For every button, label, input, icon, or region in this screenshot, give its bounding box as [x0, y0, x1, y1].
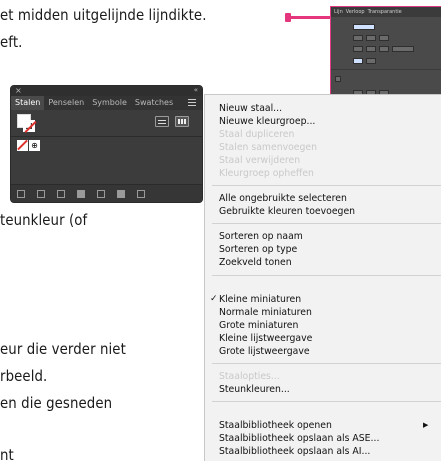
menu-item-add-used-colors[interactable]: Gebruikte kleuren toevoegen	[219, 206, 355, 217]
tab-gradient[interactable]: Verloop	[346, 9, 365, 15]
swatches-panel: × « Stalen Penselen Symbole Swatches ⊕	[10, 85, 203, 203]
new-color-group-icon[interactable]	[77, 189, 85, 198]
document-text-line: teunkleur (of	[0, 211, 88, 229]
divider	[331, 69, 441, 70]
menu-item-sort-by-kind[interactable]: Sorteren op type	[219, 244, 297, 255]
corner-row	[353, 45, 414, 53]
tab-stroke[interactable]: Lijn	[334, 9, 343, 15]
menu-separator	[212, 223, 441, 224]
grid-view-icon[interactable]	[175, 116, 189, 127]
document-text-line: nt	[0, 446, 14, 461]
cap-button[interactable]	[353, 35, 363, 41]
divider	[11, 136, 202, 137]
dashed-checkbox[interactable]	[335, 76, 341, 82]
swatch-options-icon[interactable]	[57, 189, 65, 198]
menu-item-new-color-group[interactable]: Nieuwe kleurgroep...	[219, 116, 315, 127]
stroke-swatch[interactable]	[23, 120, 35, 132]
limit-field[interactable]	[392, 46, 414, 52]
menu-separator	[212, 401, 441, 402]
menu-separator	[212, 275, 441, 276]
align-center-button[interactable]	[353, 58, 363, 64]
cap-button[interactable]	[379, 35, 389, 41]
panel-title-bar[interactable]: × «	[11, 86, 202, 96]
tab-symbols[interactable]: Symbole	[88, 96, 131, 110]
registration-swatch[interactable]: ⊕	[29, 140, 40, 151]
panel-menu-icon[interactable]	[188, 99, 196, 106]
align-row	[353, 57, 376, 65]
menu-item-swatch-options: Staalopties...	[219, 371, 280, 382]
menu-item-sort-by-name[interactable]: Sorteren op naam	[219, 231, 303, 242]
none-swatch[interactable]	[17, 140, 28, 151]
corner-button[interactable]	[379, 46, 389, 52]
corner-button[interactable]	[366, 46, 376, 52]
tab-brushes[interactable]: Penselen	[44, 96, 88, 110]
menu-item-medium-thumbnail[interactable]: Normale miniaturen	[219, 307, 312, 318]
trash-icon[interactable]	[137, 189, 145, 198]
menu-item-spot-colors[interactable]: Steunkleuren...	[219, 384, 290, 395]
document-text-line: eur die verder niet	[0, 340, 126, 358]
dashed-row	[335, 75, 341, 83]
close-icon[interactable]: ×	[15, 86, 22, 95]
tab-swatches-library[interactable]: Swatches	[131, 96, 177, 110]
list-view-icon[interactable]	[155, 116, 169, 127]
menu-item-merge-swatches: Stalen samenvoegen	[219, 142, 318, 153]
menu-separator	[212, 185, 441, 186]
menu-item-save-library-ai[interactable]: Staalbibliotheek opslaan als AI...	[219, 446, 370, 457]
menu-item-large-thumbnail[interactable]: Grote miniaturen	[219, 320, 298, 331]
menu-item-small-thumbnail[interactable]: Kleine miniaturen	[219, 294, 301, 305]
menu-item-show-find-field[interactable]: Zoekveld tonen	[219, 257, 292, 268]
menu-item-select-all-unused[interactable]: Alle ongebruikte selecteren	[219, 193, 347, 204]
menu-item-save-library-ase[interactable]: Staalbibliotheek opslaan als ASE...	[219, 433, 379, 444]
document-text-line: en die gesneden	[0, 394, 113, 412]
menu-item-delete-swatch: Staal verwijderen	[219, 155, 301, 166]
submenu-arrow-icon: ▶	[423, 421, 429, 429]
cap-button[interactable]	[366, 35, 376, 41]
stroke-panel-tabs: Lijn Verloop Transparantie	[331, 7, 441, 17]
document-text-line: eft.	[0, 33, 23, 51]
check-icon: ✓	[210, 294, 218, 304]
swatches-body: ⊕	[11, 110, 202, 186]
weight-row	[353, 23, 375, 31]
callout-line	[285, 13, 331, 22]
new-swatch-icon[interactable]	[117, 189, 125, 198]
menu-item-new-swatch[interactable]: Nieuw staal...	[219, 103, 282, 114]
panel-bottom-toolbar	[11, 184, 202, 202]
menu-item-large-list[interactable]: Grote lijstweergave	[219, 346, 310, 357]
cap-row	[353, 34, 389, 42]
menu-item-duplicate-swatch: Staal dupliceren	[219, 129, 295, 140]
document-text-line: et midden uitgelijnde lijndikte.	[0, 6, 207, 24]
tab-swatches[interactable]: Stalen	[11, 96, 45, 110]
weight-field[interactable]	[353, 24, 375, 30]
menu-item-small-list[interactable]: Kleine lijstweergave	[219, 333, 312, 344]
tab-transparency[interactable]: Transparantie	[368, 9, 402, 15]
align-button[interactable]	[366, 58, 376, 64]
corner-button[interactable]	[353, 46, 363, 52]
collapse-icon[interactable]: «	[194, 86, 198, 95]
folder-icon[interactable]	[97, 189, 105, 198]
panel-tabs: Stalen Penselen Symbole Swatches	[11, 96, 202, 110]
swatches-flyout-menu: Nieuw staal... Nieuwe kleurgroep... Staa…	[204, 94, 441, 461]
library-menu-icon[interactable]	[17, 189, 25, 198]
menu-item-open-swatch-library[interactable]: Staalbibliotheek openen	[219, 420, 332, 431]
show-kind-icon[interactable]	[37, 189, 45, 198]
menu-separator	[212, 363, 441, 364]
document-text-line: rbeeld.	[0, 367, 48, 385]
menu-item-ungroup-color-group: Kleurgroep opheffen	[219, 168, 314, 179]
